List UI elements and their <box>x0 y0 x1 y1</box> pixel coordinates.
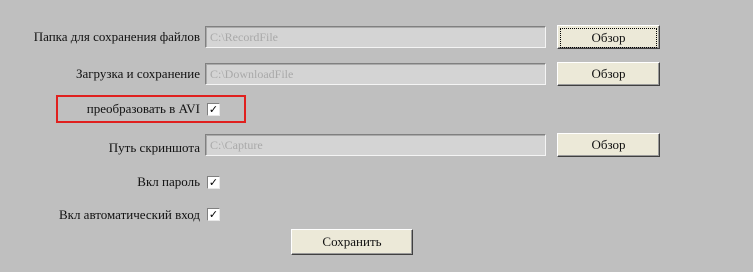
download-folder-field[interactable]: C:\DownloadFile <box>205 63 546 85</box>
convert-avi-label: преобразовать в AVI <box>86 101 200 116</box>
save-button[interactable]: Сохранить <box>291 229 413 255</box>
save-folder-browse-button[interactable]: Обзор <box>557 25 660 49</box>
save-folder-field[interactable]: C:\RecordFile <box>205 26 546 48</box>
settings-page: { "save_folder": { "label": "Папка для с… <box>0 0 753 272</box>
download-folder-label: Загрузка и сохранение <box>75 66 200 81</box>
screenshot-path-field[interactable]: C:\Capture <box>205 134 546 156</box>
auto-login-label: Вкл автоматический вход <box>58 207 200 222</box>
enable-password-checkbox[interactable]: ✓ <box>207 176 220 189</box>
save-folder-label: Папка для сохранения файлов <box>33 29 200 44</box>
enable-password-label: Вкл пароль <box>137 174 200 189</box>
screenshot-path-browse-button[interactable]: Обзор <box>557 133 660 157</box>
download-folder-browse-button[interactable]: Обзор <box>557 62 660 86</box>
auto-login-checkbox[interactable]: ✓ <box>207 208 220 221</box>
save-folder-browse-label: Обзор <box>560 28 657 48</box>
convert-avi-checkbox[interactable]: ✓ <box>207 103 220 116</box>
screenshot-path-label: Путь скриншота <box>108 140 200 155</box>
